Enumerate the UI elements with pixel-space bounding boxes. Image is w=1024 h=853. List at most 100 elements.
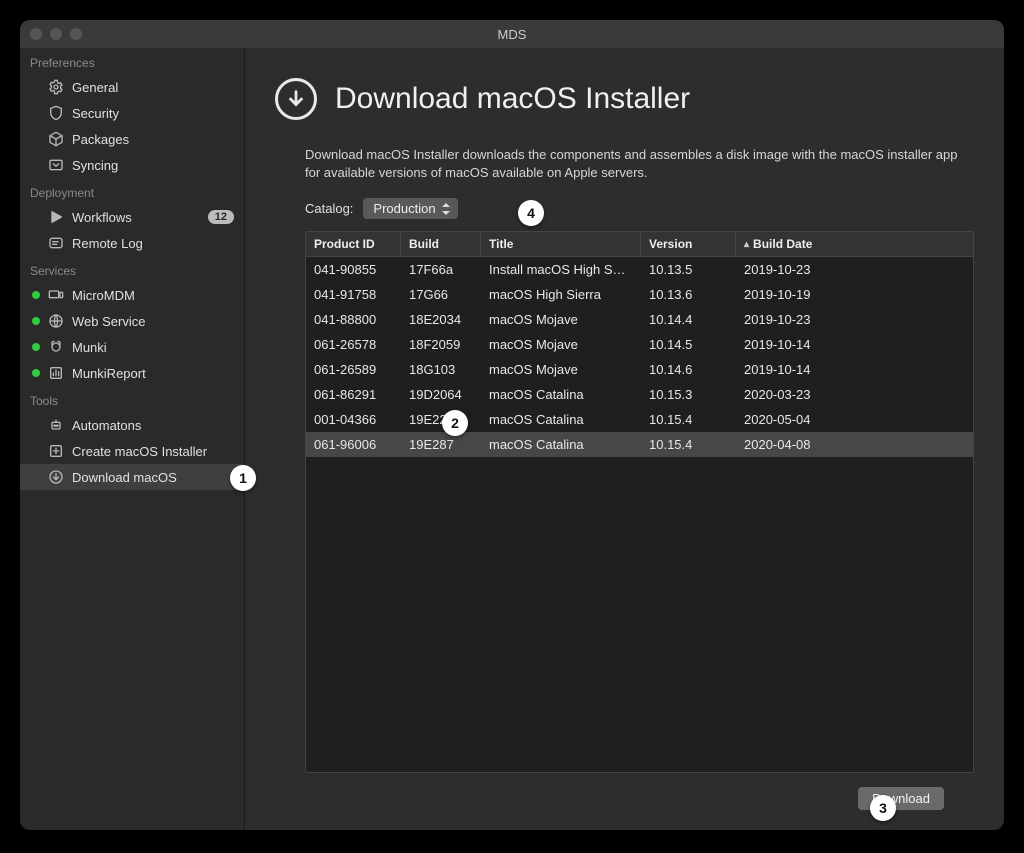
cell-version: 10.13.6 xyxy=(641,282,736,307)
cell-title: Install macOS High S… xyxy=(481,257,641,282)
sidebar-item-label: Workflows xyxy=(72,210,200,225)
download-icon xyxy=(275,78,317,120)
status-dot xyxy=(32,343,40,351)
sort-asc-icon: ▴ xyxy=(744,239,749,250)
munki-icon xyxy=(48,339,64,355)
download-icon xyxy=(48,469,64,485)
play-icon xyxy=(48,209,64,225)
cell-build-date: 2019-10-19 xyxy=(736,282,973,307)
cell-build: 19D2064 xyxy=(401,382,481,407)
cell-product-id: 001-04366 xyxy=(306,407,401,432)
table-row[interactable]: 041-9085517F66aInstall macOS High S…10.1… xyxy=(306,257,973,282)
sidebar-section-header: Services xyxy=(20,256,244,282)
package-icon xyxy=(48,131,64,147)
sidebar-item-label: Download macOS xyxy=(72,470,234,485)
cell-version: 10.14.5 xyxy=(641,332,736,357)
th-build-date-label: Build Date xyxy=(753,237,812,251)
close-window-button[interactable] xyxy=(30,28,42,40)
cell-product-id: 061-26589 xyxy=(306,357,401,382)
cell-title: macOS Catalina xyxy=(481,407,641,432)
callout-3: 3 xyxy=(870,795,896,821)
cell-build-date: 2019-10-14 xyxy=(736,357,973,382)
automaton-icon xyxy=(48,417,64,433)
sidebar-item-label: MicroMDM xyxy=(72,288,234,303)
th-version[interactable]: Version xyxy=(641,232,736,256)
catalog-select[interactable]: Production xyxy=(363,198,457,219)
cell-build-date: 2020-04-08 xyxy=(736,432,973,457)
sidebar-item-workflows[interactable]: Workflows 12 xyxy=(20,204,244,230)
sidebar-item-label: Automatons xyxy=(72,418,234,433)
sidebar-item-munkireport[interactable]: MunkiReport xyxy=(20,360,244,386)
sidebar-item-micromdm[interactable]: MicroMDM xyxy=(20,282,244,308)
table-row[interactable]: 041-8880018E2034macOS Mojave10.14.42019-… xyxy=(306,307,973,332)
sidebar-item-automatons[interactable]: Automatons xyxy=(20,412,244,438)
table-row[interactable]: 061-2657818F2059macOS Mojave10.14.52019-… xyxy=(306,332,973,357)
zoom-window-button[interactable] xyxy=(70,28,82,40)
cell-build-date: 2019-10-23 xyxy=(736,307,973,332)
sidebar-item-label: Syncing xyxy=(72,158,234,173)
sidebar-item-create-macos-installer[interactable]: Create macOS Installer xyxy=(20,438,244,464)
gear-icon xyxy=(48,79,64,95)
sidebar-item-label: General xyxy=(72,80,234,95)
cell-build: 19E287 xyxy=(401,432,481,457)
sidebar-item-syncing[interactable]: Syncing xyxy=(20,152,244,178)
cell-build-date: 2020-05-04 xyxy=(736,407,973,432)
sidebar: Preferences General Security Packages Syncin… xyxy=(20,48,245,830)
create-installer-icon xyxy=(48,443,64,459)
cell-version: 10.13.5 xyxy=(641,257,736,282)
sidebar-section-header: Deployment xyxy=(20,178,244,204)
table-row[interactable]: 061-2658918G103macOS Mojave10.14.62019-1… xyxy=(306,357,973,382)
status-dot xyxy=(32,317,40,325)
cell-version: 10.15.4 xyxy=(641,432,736,457)
sidebar-item-web-service[interactable]: Web Service xyxy=(20,308,244,334)
titlebar[interactable]: MDS xyxy=(20,20,1004,48)
status-dot xyxy=(32,291,40,299)
sidebar-section-header: Preferences xyxy=(20,48,244,74)
sidebar-item-packages[interactable]: Packages xyxy=(20,126,244,152)
cell-build-date: 2019-10-14 xyxy=(736,332,973,357)
sidebar-item-security[interactable]: Security xyxy=(20,100,244,126)
callout-2: 2 xyxy=(442,410,468,436)
sidebar-item-download-macos[interactable]: Download macOS xyxy=(20,464,244,490)
th-title[interactable]: Title xyxy=(481,232,641,256)
globe-icon xyxy=(48,313,64,329)
th-build[interactable]: Build xyxy=(401,232,481,256)
sidebar-section-header: Tools xyxy=(20,386,244,412)
cell-product-id: 041-91758 xyxy=(306,282,401,307)
table-header: Product ID Build Title Version ▴ Build D… xyxy=(306,232,973,257)
callout-4: 4 xyxy=(518,200,544,226)
table-row[interactable]: 061-9600619E287macOS Catalina10.15.42020… xyxy=(306,432,973,457)
log-icon xyxy=(48,235,64,251)
cell-version: 10.15.3 xyxy=(641,382,736,407)
table-row[interactable]: 001-0436619E2269macOS Catalina10.15.4202… xyxy=(306,407,973,432)
page-header: Download macOS Installer xyxy=(275,78,974,120)
sidebar-item-general[interactable]: General xyxy=(20,74,244,100)
table-row[interactable]: 061-8629119D2064macOS Catalina10.15.3202… xyxy=(306,382,973,407)
page-description: Download macOS Installer downloads the c… xyxy=(305,146,974,182)
cell-title: macOS Mojave xyxy=(481,357,641,382)
sidebar-item-remote-log[interactable]: Remote Log xyxy=(20,230,244,256)
sidebar-item-label: MunkiReport xyxy=(72,366,234,381)
th-product-id[interactable]: Product ID xyxy=(306,232,401,256)
cell-build: 18G103 xyxy=(401,357,481,382)
catalog-row: Catalog: Production xyxy=(305,198,974,219)
page-title: Download macOS Installer xyxy=(335,82,690,116)
table-row[interactable]: 041-9175817G66macOS High Sierra10.13.620… xyxy=(306,282,973,307)
cell-title: macOS Catalina xyxy=(481,432,641,457)
sidebar-item-label: Create macOS Installer xyxy=(72,444,234,459)
callout-1: 1 xyxy=(230,465,256,491)
cell-version: 10.14.6 xyxy=(641,357,736,382)
minimize-window-button[interactable] xyxy=(50,28,62,40)
main-panel: Download macOS Installer Download macOS … xyxy=(245,48,1004,830)
report-icon xyxy=(48,365,64,381)
sidebar-item-label: Security xyxy=(72,106,234,121)
cell-product-id: 061-96006 xyxy=(306,432,401,457)
th-build-date[interactable]: ▴ Build Date xyxy=(736,232,973,256)
badge: 12 xyxy=(208,210,234,224)
table-body[interactable]: 041-9085517F66aInstall macOS High S…10.1… xyxy=(306,257,973,772)
window-title: MDS xyxy=(20,27,1004,42)
cell-product-id: 041-90855 xyxy=(306,257,401,282)
sidebar-item-munki[interactable]: Munki xyxy=(20,334,244,360)
devices-icon xyxy=(48,287,64,303)
sidebar-item-label: Munki xyxy=(72,340,234,355)
